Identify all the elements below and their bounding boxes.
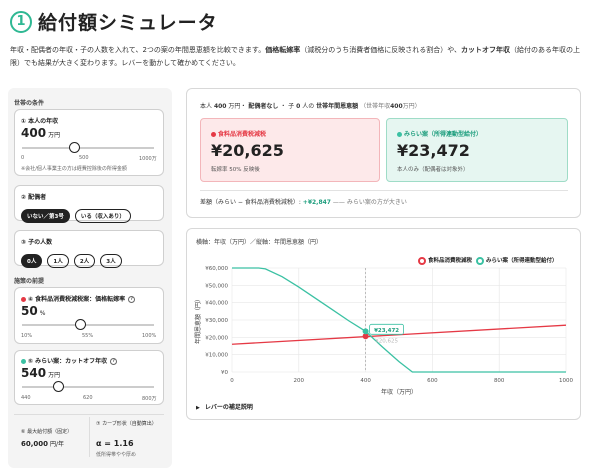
pass-through-tick-max: 100%: [142, 333, 157, 339]
y-tick-label: ¥50,000: [205, 283, 228, 289]
y-tick-label: ¥20,000: [205, 335, 228, 341]
summary-line: 本人 400 万円・ 配偶者なし ・ 子 0 人の 世帯年間恩恵額 （世帯年収4…: [200, 103, 421, 110]
mirai-current-point: [362, 328, 369, 335]
x-tick-label: 0: [230, 378, 234, 384]
children-options: 0人 1人 2人 3人: [21, 248, 122, 268]
difference-divider: [200, 190, 568, 191]
pass-through-tick-min: 10%: [21, 333, 33, 339]
pass-through-tick-mid: 55%: [82, 333, 94, 339]
y-tick-label: ¥30,000: [205, 318, 228, 324]
spouse-option-with-income[interactable]: いる（収入あり）: [74, 209, 131, 223]
mirai-result-box: みらい案（所得連動型給付） ¥23,472 本人のみ（配偶者は対象外）: [386, 118, 568, 182]
x-tick-label: 1000: [559, 378, 573, 384]
income-tick-mid: 500: [79, 155, 89, 161]
mirai-dot-icon: [397, 132, 402, 137]
x-tick-label: 800: [494, 378, 505, 384]
cutoff-value-display: 540 万円: [21, 366, 61, 380]
curve-note: 低所得帯やや厚め: [96, 452, 137, 458]
curve-alpha-value: α = 1.16: [96, 439, 134, 448]
y-axis-label: 年間恩恵額（円）: [194, 296, 202, 344]
children-title: ③ 子の人数: [21, 239, 53, 246]
children-option-1[interactable]: 1人: [47, 254, 69, 268]
food-result-sub: 転嫁率 50% 反映後: [211, 167, 260, 173]
pass-through-title: ④ 食料品消費税減税案：価格転嫁率?: [21, 294, 136, 303]
cutoff-title: ⑤ みらい案：カットオフ年収?: [21, 356, 118, 365]
y-tick-label: ¥0: [221, 370, 228, 376]
difference-line: 差額（みらい − 食料品消費税減税）: +¥2,847 —— みらい案の方が大き…: [200, 199, 407, 206]
x-axis-label: 年収（万円）: [381, 388, 417, 396]
policy-section-label: 施策の前提: [14, 278, 45, 285]
food-result-name: 食料品消費税減税: [218, 131, 267, 138]
pass-through-slider-track[interactable]: [22, 324, 154, 326]
y-tick-label: ¥60,000: [205, 266, 228, 272]
household-section-label: 世帯の条件: [14, 100, 45, 107]
x-tick-label: 400: [360, 378, 371, 384]
supplement-toggle[interactable]: ▶ レバーの補足説明: [196, 402, 253, 411]
cutoff-slider-track[interactable]: [22, 386, 154, 388]
mirai-result-value: ¥23,472: [397, 141, 470, 160]
food-result-value: ¥20,625: [211, 141, 284, 160]
mirai-value-label: ¥23,472: [374, 328, 399, 334]
y-tick-label: ¥40,000: [205, 301, 228, 307]
y-tick-label: ¥10,000: [205, 353, 228, 359]
income-slider-track[interactable]: [22, 147, 154, 149]
benefit-chart: ¥0 ¥10,000 ¥20,000 ¥30,000 ¥40,000 ¥50,000 ¥60…: [194, 266, 573, 396]
income-note: ※会社/個人事業主の方は経費控除後の所得金額: [21, 166, 127, 172]
income-tick-max: 1000万: [139, 156, 157, 162]
x-tick-label: 600: [427, 378, 438, 384]
spouse-option-none[interactable]: いない／第3号: [21, 209, 70, 223]
param-divider: [89, 417, 90, 457]
spouse-title: ② 配偶者: [21, 194, 47, 201]
mirai-result-sub: 本人のみ（配偶者は対象外）: [397, 167, 469, 173]
children-option-2[interactable]: 2人: [73, 254, 96, 268]
food-result-box: 食料品消費税減税 ¥20,625 転嫁率 50% 反映後: [200, 118, 380, 182]
expand-icon: ▶: [196, 405, 200, 411]
x-tick-label: 200: [294, 378, 305, 384]
cutoff-tick-mid: 620: [83, 395, 93, 401]
help-icon[interactable]: ?: [110, 358, 118, 365]
cutoff-tick-max: 800万: [142, 396, 157, 402]
food-value-label: ¥20,625: [375, 338, 398, 344]
food-dot-icon: [21, 297, 26, 302]
mirai-dot-icon: [21, 359, 26, 364]
page-header: 1 給付額シミュレータ: [10, 8, 218, 35]
children-option-3[interactable]: 3人: [100, 254, 122, 268]
intro-text: 年収・配偶者の年収・子の人数を入れて、2つの案の年間恩恵額を比較できます。価格転…: [10, 46, 580, 67]
cutoff-tick-min: 440: [21, 395, 31, 401]
curve-title: ⑦ カーブ形状（自動算出）: [96, 421, 157, 427]
spouse-options: いない／第3号 いる（収入あり）: [21, 203, 131, 223]
max-benefit-value: 60,000 円/年: [21, 440, 65, 448]
pass-through-value-display: 50%: [21, 304, 46, 318]
page-title: 給付額シミュレータ: [38, 12, 218, 34]
income-title: ① 本人の年収: [21, 118, 59, 125]
income-value-display: 400 万円: [21, 126, 61, 140]
children-option-0[interactable]: 0人: [21, 254, 43, 268]
step-number-badge: 1: [10, 10, 32, 33]
food-dot-icon: [211, 132, 216, 137]
income-tick-min: 0: [21, 155, 25, 161]
max-benefit-title: ⑥ 最大給付額（固定）: [21, 429, 73, 435]
mirai-result-name: みらい案（所得連動型給付）: [404, 131, 483, 138]
chart-axes-note: 横軸：年収（万円）／縦軸：年間恩恵額（円）: [196, 239, 323, 246]
help-icon[interactable]: ?: [128, 296, 136, 303]
